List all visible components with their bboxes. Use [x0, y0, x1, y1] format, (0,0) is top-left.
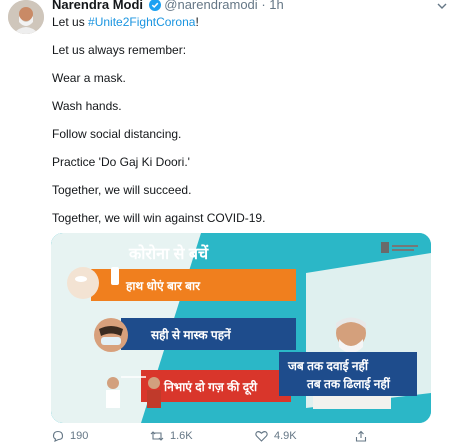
hashtag-link[interactable]: #Unite2FightCorona — [88, 15, 195, 29]
tweet-line: Wash hands. — [52, 99, 122, 113]
poster-row-2-text: सही से मास्क पहनें — [150, 328, 232, 342]
reply-button[interactable]: 190 — [52, 430, 88, 442]
separator: · — [261, 0, 266, 12]
share-icon — [355, 430, 367, 442]
avatar[interactable] — [8, 0, 44, 34]
share-button[interactable] — [355, 430, 367, 442]
like-count: 4.9K — [274, 430, 297, 442]
author-name[interactable]: Narendra Modi — [52, 0, 143, 12]
like-icon — [255, 431, 268, 442]
mask-person-illustration — [94, 318, 128, 352]
retweet-button[interactable]: 1.6K — [150, 430, 193, 442]
text-prefix: Let us — [52, 15, 89, 29]
retweet-icon — [150, 431, 164, 441]
tweet-line: Wear a mask. — [52, 71, 126, 85]
poster-graphic: कोरोना से बचें हाथ धोएं बार बार सही से म… — [51, 233, 431, 423]
tweet-line: Follow social distancing. — [52, 127, 182, 141]
poster-headline: कोरोना से बचें — [128, 244, 209, 263]
tweet-header: Narendra Modi @narendramodi · 1h — [52, 0, 284, 14]
text-suffix: ! — [195, 15, 199, 29]
tweet-line: Together, we will succeed. — [52, 183, 192, 197]
tweet-line: Let us always remember: — [52, 43, 187, 57]
tweet-time[interactable]: 1h — [269, 0, 283, 12]
verified-icon — [148, 0, 161, 14]
avatar-image — [8, 0, 44, 34]
tweet-first-line: Let us #Unite2FightCorona! — [52, 15, 199, 29]
reply-icon — [52, 430, 64, 442]
tweet-line: Together, we will win against COVID-19. — [52, 211, 266, 225]
retweet-count: 1.6K — [170, 430, 193, 442]
more-caret-icon[interactable] — [437, 0, 447, 16]
tweet-line: Practice 'Do Gaj Ki Doori.' — [52, 155, 190, 169]
reply-count: 190 — [70, 430, 89, 442]
poster-row-1-text: हाथ धोएं बार बार — [125, 279, 201, 293]
slogan-line-1: जब तक दवाई नहीं — [287, 358, 369, 373]
author-handle[interactable]: @narendramodi — [164, 0, 257, 12]
poster-row-3-text: निभाएं दो गज़ की दूरी — [163, 380, 258, 395]
tweet-image[interactable]: कोरोना से बचें हाथ धोएं बार बार सही से म… — [51, 233, 431, 423]
like-button[interactable]: 4.9K — [255, 430, 297, 442]
slogan-line-2: तब तक ढिलाई नहीं — [306, 376, 391, 391]
